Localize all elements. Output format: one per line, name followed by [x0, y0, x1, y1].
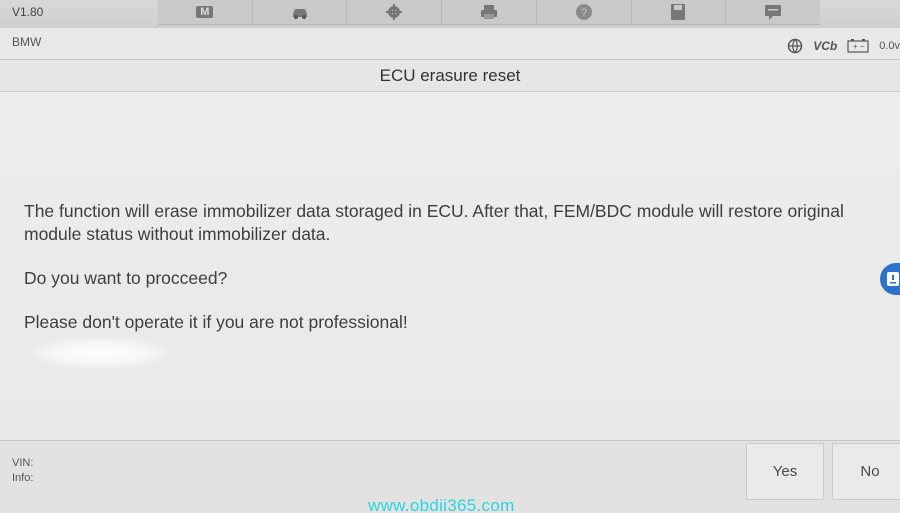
status-bar: BMW VCb + − 0.0v — [0, 28, 900, 60]
info-label: Info: — [12, 472, 34, 484]
vehicle-name: BMW — [12, 35, 42, 49]
globe-icon — [787, 38, 803, 54]
message-icon — [765, 5, 782, 20]
save-icon — [671, 4, 686, 20]
vin-label: VIN: — [12, 457, 34, 469]
vehicle-button[interactable] — [253, 0, 348, 24]
car-icon — [292, 9, 307, 19]
status-icons: VCb + − 0.0v — [787, 38, 900, 54]
screen-glare — [30, 337, 170, 369]
title-bar: ECU erasure reset — [0, 60, 900, 92]
home-m-button[interactable]: M — [158, 0, 253, 24]
help-icon: ? — [575, 4, 592, 20]
version-label: V1.80 — [12, 5, 44, 19]
printer-icon — [481, 5, 498, 19]
erase-warning-text: The function will erase immobilizer data… — [24, 201, 844, 244]
bottom-bar: VIN: Info: Yes No www.obdii365.com — [0, 440, 900, 513]
main-toolbar: M ? — [158, 0, 820, 25]
settings-button[interactable] — [347, 0, 443, 24]
proceed-question: Do you want to procceed? — [24, 268, 228, 288]
page-title: ECU erasure reset — [379, 65, 521, 85]
help-button[interactable]: ? — [537, 0, 632, 24]
message-button[interactable] — [726, 0, 820, 24]
gear-icon — [386, 4, 403, 20]
no-button[interactable]: No — [832, 443, 900, 500]
vci-status: VCb — [813, 39, 838, 53]
battery-icon: + − — [847, 39, 869, 53]
yes-button[interactable]: Yes — [746, 443, 824, 500]
floating-menu-icon — [887, 272, 899, 286]
print-button[interactable] — [442, 0, 537, 24]
home-m-icon: M — [196, 6, 214, 18]
svg-text:+ −: + − — [853, 42, 865, 51]
top-bar: V1.80 M ? — [0, 0, 900, 28]
watermark: www.obdii365.com — [368, 496, 515, 513]
svg-text:?: ? — [581, 7, 587, 19]
save-button[interactable] — [632, 0, 727, 24]
professional-warning: Please don't operate it if you are not p… — [24, 312, 408, 332]
floating-tool-button[interactable] — [880, 263, 900, 295]
voltage-value: 0.0v — [879, 40, 900, 52]
dialog-content: The function will erase immobilizer data… — [0, 92, 900, 440]
